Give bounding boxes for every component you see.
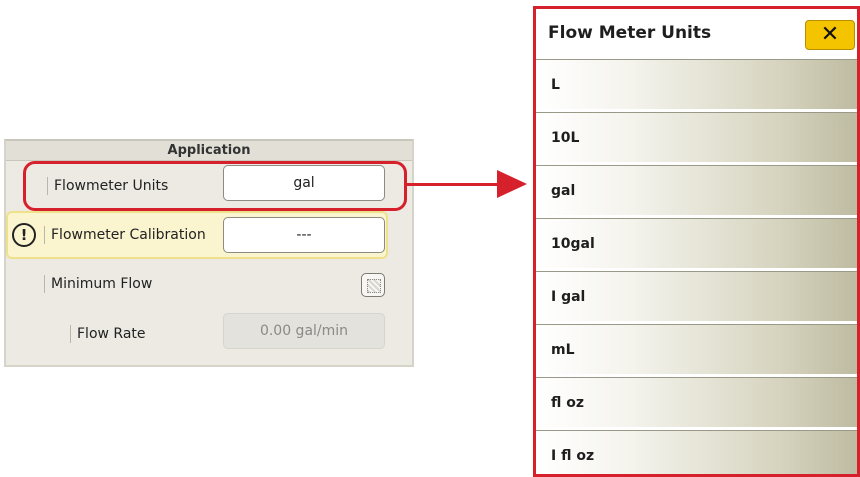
flow-rate-row: Flow Rate 0.00 gal/min bbox=[6, 313, 412, 357]
flowmeter-calibration-field[interactable]: --- bbox=[223, 217, 385, 253]
option-gal[interactable]: gal bbox=[536, 165, 857, 215]
close-icon: ✕ bbox=[820, 22, 840, 47]
units-row-highlight bbox=[23, 161, 407, 211]
option-l[interactable]: L bbox=[536, 59, 857, 109]
option-10l[interactable]: 10L bbox=[536, 112, 857, 162]
minimum-flow-row: Minimum Flow bbox=[6, 267, 412, 311]
option-ml[interactable]: mL bbox=[536, 324, 857, 374]
flow-rate-label: Flow Rate bbox=[70, 325, 146, 343]
option-10gal[interactable]: 10gal bbox=[536, 218, 857, 268]
option-fl-oz[interactable]: fl oz bbox=[536, 377, 857, 427]
panel-title: Application bbox=[6, 141, 412, 161]
minimum-flow-label: Minimum Flow bbox=[44, 275, 152, 293]
arrow-head-icon bbox=[497, 170, 527, 198]
flowmeter-calibration-row: ! Flowmeter Calibration --- bbox=[6, 211, 388, 259]
checkbox-icon[interactable] bbox=[361, 273, 385, 297]
flowmeter-calibration-label: Flowmeter Calibration bbox=[44, 226, 206, 244]
dialog-title: Flow Meter Units bbox=[548, 23, 712, 43]
dialog-header: Flow Meter Units ✕ bbox=[536, 9, 857, 59]
close-button[interactable]: ✕ bbox=[805, 20, 855, 50]
option-imperial-fl-oz[interactable]: I fl oz bbox=[536, 430, 857, 474]
flow-rate-field: 0.00 gal/min bbox=[223, 313, 385, 349]
arrow-right-icon bbox=[405, 183, 501, 186]
warning-icon: ! bbox=[12, 223, 36, 247]
flow-meter-units-dialog: Flow Meter Units ✕ L 10L gal 10gal I gal… bbox=[533, 6, 860, 477]
option-imperial-gal[interactable]: I gal bbox=[536, 271, 857, 321]
